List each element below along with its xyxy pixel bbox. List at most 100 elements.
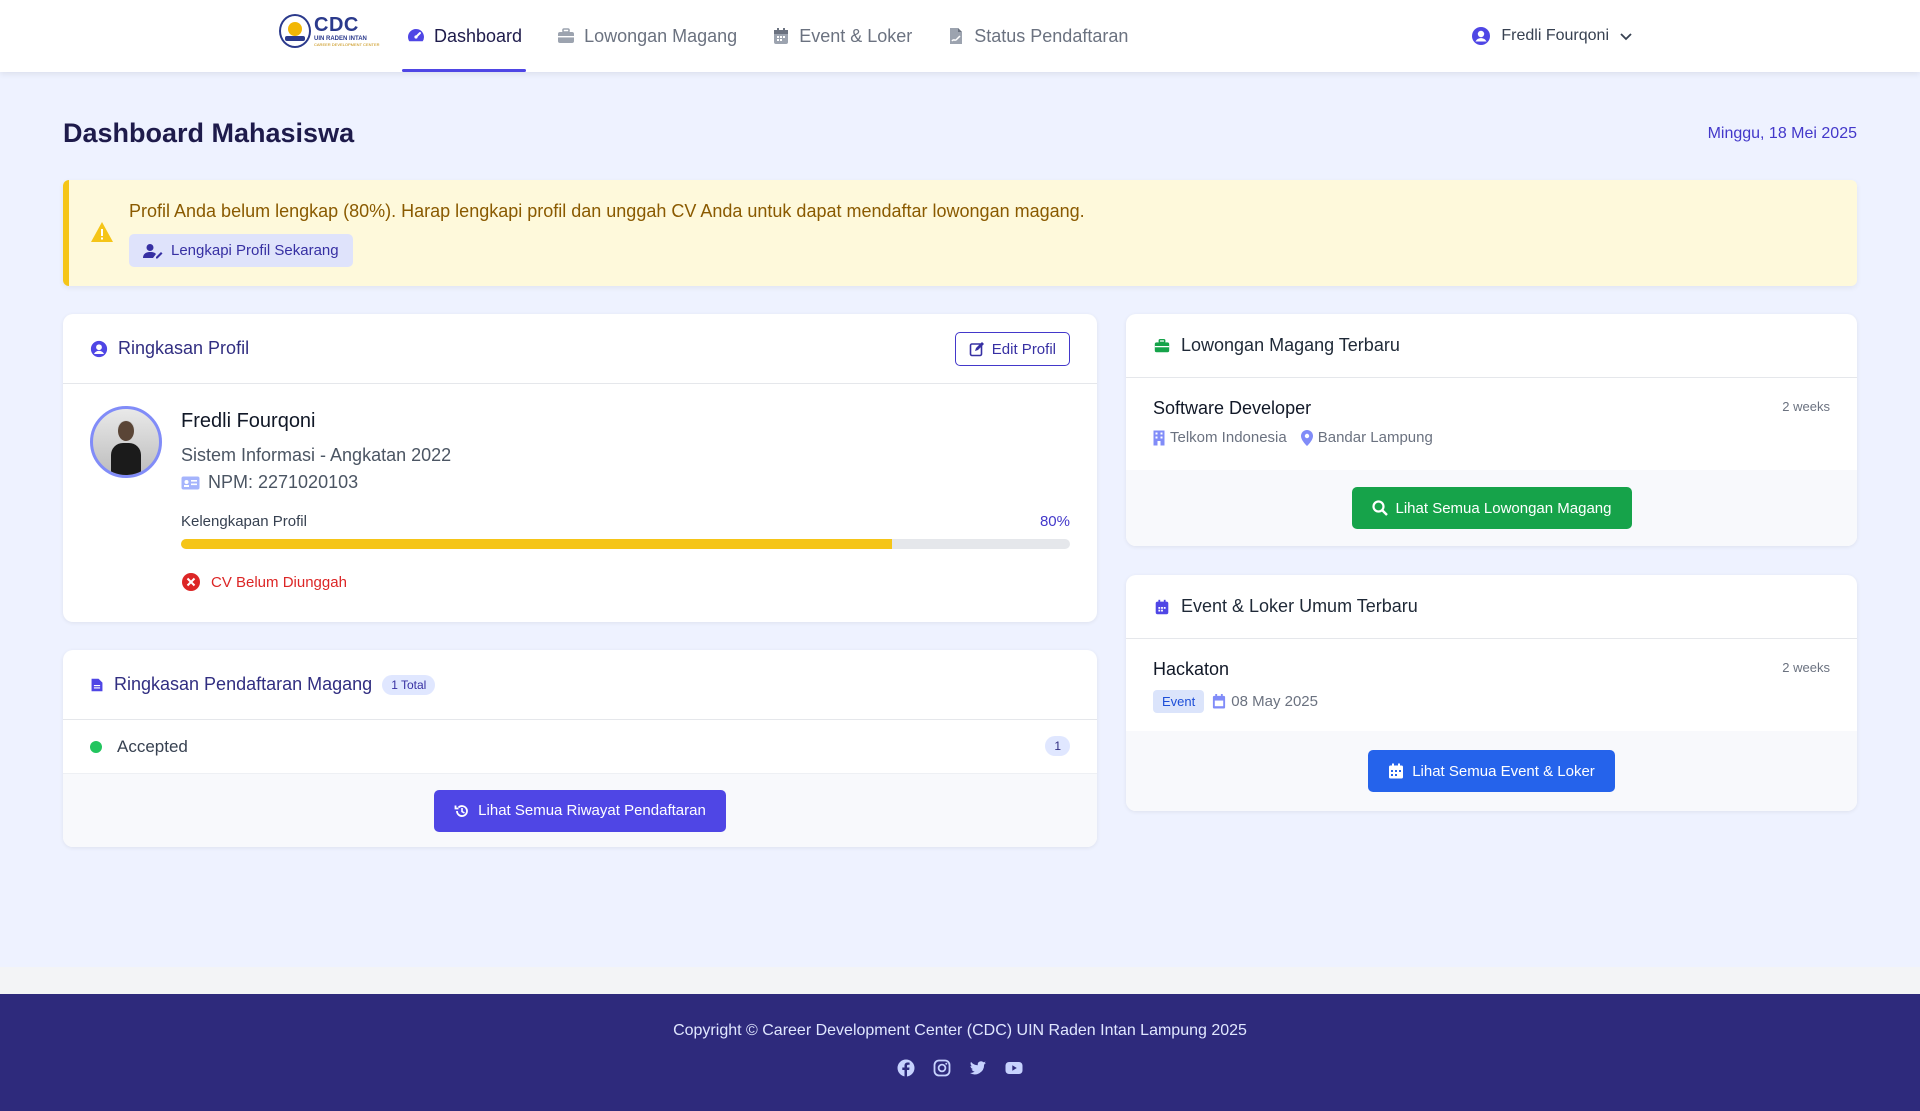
events-card-header: Event & Loker Umum Terbaru (1126, 575, 1857, 639)
briefcase-icon (558, 28, 575, 43)
internship-company-text: Telkom Indonesia (1170, 429, 1287, 446)
user-circle-icon (90, 340, 108, 357)
file-signature-icon (950, 28, 963, 44)
registration-summary-card: Ringkasan Pendaftaran Magang 1 Total Acc… (63, 650, 1097, 847)
event-time: 2 weeks (1782, 660, 1830, 675)
complete-profile-label: Lengkapi Profil Sekarang (171, 242, 339, 259)
internship-title: Software Developer (1153, 398, 1312, 418)
event-item[interactable]: Hackaton 2 weeks Event 08 May 2025 (1126, 639, 1857, 731)
internship-location: Bandar Lampung (1300, 429, 1433, 446)
nav-event-loker[interactable]: Event & Loker (767, 0, 916, 72)
internship-company: Telkom Indonesia (1153, 429, 1287, 446)
page-title: Dashboard Mahasiswa (63, 118, 355, 148)
completeness-percent: 80% (1039, 513, 1070, 530)
main-nav: Dashboard Lowongan Magang Event & Loker … (402, 0, 1158, 72)
x-circle-icon (182, 573, 200, 591)
building-icon (1153, 430, 1165, 445)
calendar-icon (774, 28, 789, 44)
user-menu[interactable]: Fredli Fourqoni (1471, 0, 1633, 72)
profile-card-header: Ringkasan Profil Edit Profil (63, 314, 1097, 384)
nav-lowongan-label: Lowongan Magang (584, 25, 738, 46)
registration-total-badge: 1 Total (382, 674, 436, 695)
edit-profile-button[interactable]: Edit Profil (954, 332, 1070, 366)
logo-tagline: CAREER DEVELOPMENT CENTER (314, 42, 380, 47)
cv-status-text: CV Belum Diunggah (211, 573, 347, 591)
nav-lowongan-magang[interactable]: Lowongan Magang (552, 0, 741, 72)
completeness-label: Kelengkapan Profil (181, 513, 307, 530)
status-row-accepted: Accepted 1 (63, 720, 1097, 774)
view-all-registrations-label: Lihat Semua Riwayat Pendaftaran (478, 802, 706, 819)
calendar-icon (1155, 599, 1169, 614)
footer-spacer (0, 967, 1920, 994)
event-type-tag: Event (1153, 690, 1205, 713)
page-footer: Copyright © Career Development Center (C… (0, 994, 1920, 1111)
internship-time: 2 weeks (1782, 399, 1830, 414)
calendar-icon (1389, 763, 1404, 779)
nav-status-label: Status Pendaftaran (974, 25, 1129, 46)
cv-status: CV Belum Diunggah (181, 572, 347, 592)
latest-events-card: Event & Loker Umum Terbaru Hackaton 2 we… (1126, 575, 1857, 811)
user-circle-icon (1472, 27, 1491, 45)
events-card-title: Event & Loker Umum Terbaru (1181, 596, 1418, 616)
user-edit-icon (143, 243, 163, 258)
nav-event-label: Event & Loker (799, 25, 913, 46)
user-name: Fredli Fourqoni (1501, 27, 1609, 44)
status-label: Accepted (117, 736, 188, 756)
status-count-badge: 1 (1045, 736, 1070, 756)
avatar (90, 406, 162, 478)
logo-title: CDC (314, 14, 359, 36)
profile-program: Sistem Informasi - Angkatan 2022 (181, 445, 452, 465)
complete-profile-button[interactable]: Lengkapi Profil Sekarang (129, 234, 353, 267)
internships-card-header: Lowongan Magang Terbaru (1126, 314, 1857, 378)
briefcase-icon (1154, 338, 1170, 352)
youtube-icon[interactable] (1005, 1059, 1023, 1077)
profile-summary-card: Ringkasan Profil Edit Profil Fredli Four… (63, 314, 1097, 622)
nav-status-pendaftaran[interactable]: Status Pendaftaran (942, 0, 1132, 72)
instagram-icon[interactable] (933, 1059, 951, 1077)
twitter-icon[interactable] (969, 1059, 987, 1077)
warning-icon (91, 222, 113, 242)
status-dot-accepted (90, 740, 102, 753)
completeness-progress-bar (181, 539, 1070, 549)
nav-dashboard-label: Dashboard (434, 25, 523, 46)
internship-item[interactable]: Software Developer 2 weeks Telkom Indone… (1126, 378, 1857, 470)
calendar-icon (1213, 694, 1226, 709)
internships-card-footer: Lihat Semua Lowongan Magang (1126, 470, 1857, 546)
internship-location-text: Bandar Lampung (1317, 429, 1433, 446)
search-icon (1371, 500, 1388, 516)
registration-card-footer: Lihat Semua Riwayat Pendaftaran (63, 774, 1097, 847)
id-card-icon (181, 476, 200, 489)
profile-npm-text: NPM: 2271020103 (208, 472, 359, 492)
footer-copyright: Copyright © Career Development Center (C… (673, 1022, 1247, 1039)
event-date: 08 May 2025 (1212, 693, 1318, 710)
alert-message: Profil Anda belum lengkap (80%). Harap l… (129, 201, 1085, 221)
latest-internships-card: Lowongan Magang Terbaru Software Develop… (1126, 314, 1857, 546)
cdc-logo[interactable]: CDC UIN RADEN INTAN CAREER DEVELOPMENT C… (279, 14, 380, 48)
view-all-events-button[interactable]: Lihat Semua Event & Loker (1368, 750, 1615, 792)
facebook-icon[interactable] (897, 1059, 915, 1077)
page-date: Minggu, 18 Mei 2025 (1707, 125, 1857, 142)
gauge-icon (408, 29, 424, 42)
edit-icon (969, 342, 984, 357)
uin-emblem-icon (279, 14, 311, 48)
history-icon (454, 804, 469, 817)
profile-npm: NPM: 2271020103 (181, 472, 358, 493)
view-all-internships-button[interactable]: Lihat Semua Lowongan Magang (1351, 487, 1632, 529)
profile-name: Fredli Fourqoni (181, 410, 316, 432)
view-all-registrations-button[interactable]: Lihat Semua Riwayat Pendaftaran (434, 789, 726, 832)
nav-dashboard[interactable]: Dashboard (402, 0, 527, 72)
chevron-down-icon (1620, 33, 1632, 41)
file-icon (91, 678, 103, 691)
registration-card-header: Ringkasan Pendaftaran Magang 1 Total (63, 650, 1097, 720)
map-pin-icon (1300, 429, 1313, 446)
profile-card-title: Ringkasan Profil (118, 338, 250, 358)
internships-card-title: Lowongan Magang Terbaru (1181, 335, 1400, 355)
view-all-events-label: Lihat Semua Event & Loker (1412, 762, 1595, 780)
event-date-text: 08 May 2025 (1231, 693, 1318, 710)
events-card-footer: Lihat Semua Event & Loker (1126, 731, 1857, 811)
profile-incomplete-alert: Profil Anda belum lengkap (80%). Harap l… (63, 180, 1857, 286)
social-links (0, 1059, 1920, 1077)
completeness-progress-fill (181, 539, 893, 549)
edit-profile-label: Edit Profil (991, 340, 1056, 358)
top-navbar: CDC UIN RADEN INTAN CAREER DEVELOPMENT C… (0, 0, 1920, 72)
